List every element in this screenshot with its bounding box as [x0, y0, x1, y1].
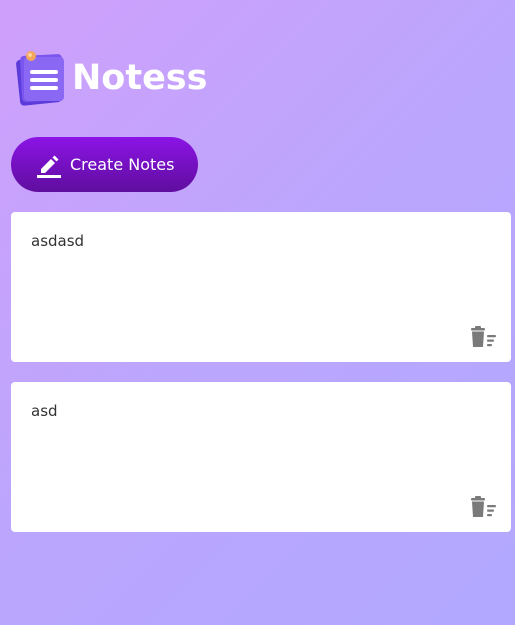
delete-icon[interactable] [470, 496, 497, 518]
create-notes-button[interactable]: Create Notes [11, 137, 198, 192]
delete-icon[interactable] [470, 326, 497, 348]
note-text[interactable]: asdasd [31, 232, 491, 250]
app-title: Notess [72, 58, 208, 98]
notes-list: asdasd asd [11, 212, 511, 552]
note-text[interactable]: asd [31, 402, 491, 420]
note-card[interactable]: asd [11, 382, 511, 532]
notes-logo-icon [15, 48, 71, 108]
app-header: Notess [15, 48, 207, 108]
pencil-icon [37, 155, 61, 178]
create-notes-label: Create Notes [70, 155, 175, 174]
note-card[interactable]: asdasd [11, 212, 511, 362]
